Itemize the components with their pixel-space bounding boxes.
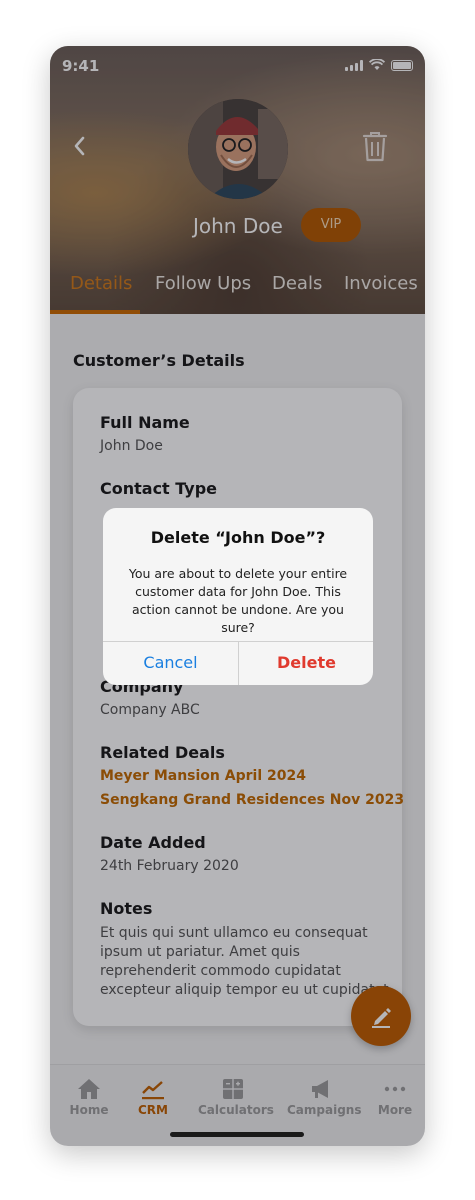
home-indicator: [170, 1132, 304, 1137]
dialog-message: You are about to delete your entire cust…: [128, 566, 348, 635]
dialog-title: Delete “John Doe”?: [150, 528, 326, 547]
cancel-button[interactable]: Cancel: [103, 641, 238, 685]
delete-confirmation-dialog: Delete “John Doe”? You are about to dele…: [103, 508, 373, 685]
phone-screen: 9:41 John Doe VIP Details Follow Ups Dea…: [50, 46, 425, 1146]
delete-button[interactable]: Delete: [239, 641, 373, 685]
